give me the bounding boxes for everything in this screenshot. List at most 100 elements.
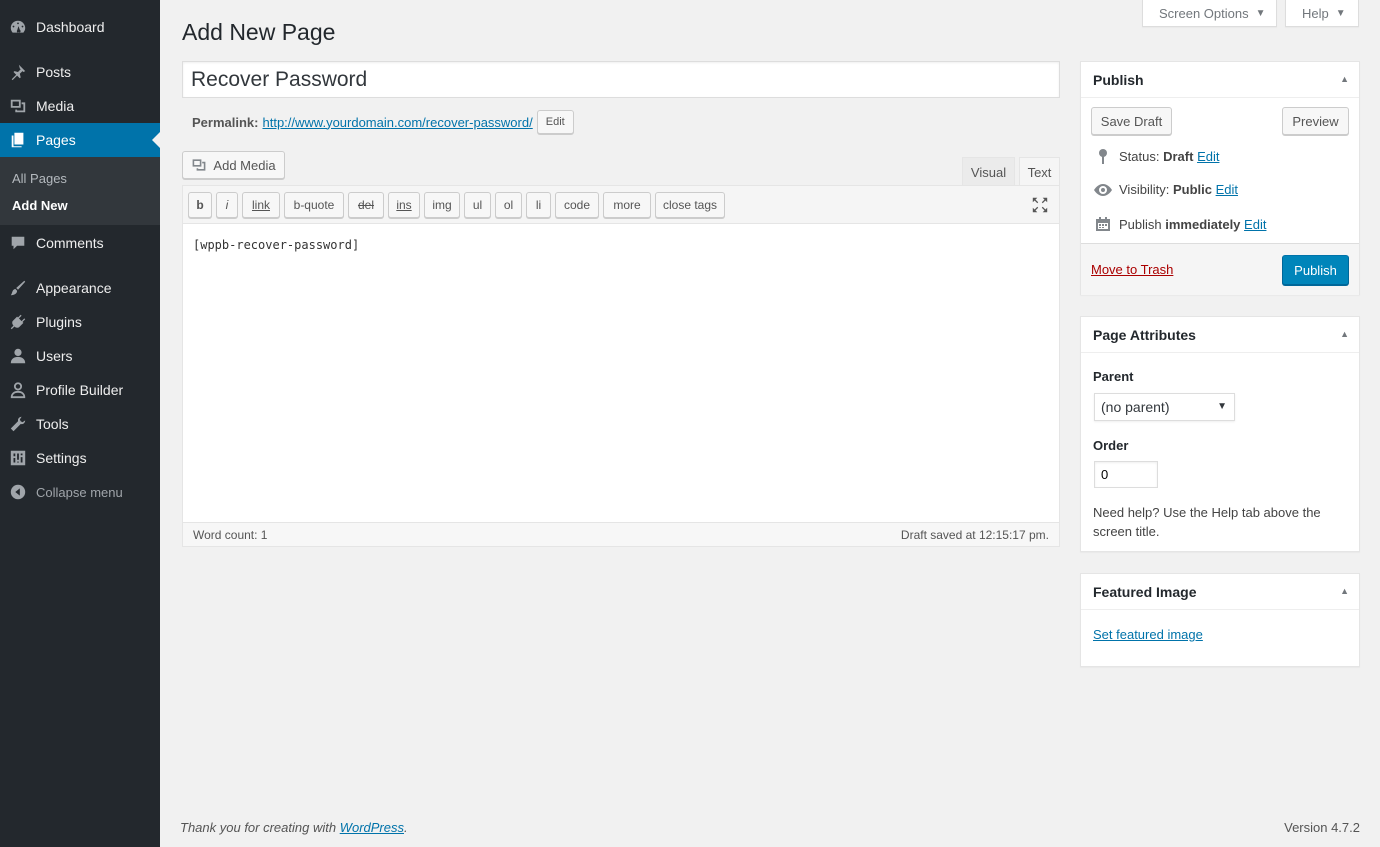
qt-more-button[interactable]: more xyxy=(603,192,651,218)
permalink-link[interactable]: http://www.yourdomain.com/recover-passwo… xyxy=(262,115,532,130)
menu-label: Comments xyxy=(36,235,104,251)
collapse-arrow-icon[interactable]: ▲ xyxy=(1340,586,1349,596)
menu-label: Users xyxy=(36,348,73,364)
status-edit-link[interactable]: Edit xyxy=(1197,149,1219,164)
comments-icon xyxy=(0,234,36,252)
permalink-trail: / xyxy=(529,114,533,130)
qt-close-tags-button[interactable]: close tags xyxy=(655,192,725,218)
publish-date-edit-link[interactable]: Edit xyxy=(1244,217,1266,232)
wordpress-link[interactable]: WordPress xyxy=(340,820,404,835)
profile-icon xyxy=(0,381,36,399)
publishing-actions: Move to Trash Publish xyxy=(1081,243,1359,295)
menu-label: Dashboard xyxy=(36,19,105,35)
publish-box-header[interactable]: Publish ▲ xyxy=(1081,62,1359,98)
page-attributes-header[interactable]: Page Attributes ▲ xyxy=(1081,317,1359,353)
move-to-trash-link[interactable]: Move to Trash xyxy=(1091,262,1173,277)
screen-options-button[interactable]: Screen Options ▼ xyxy=(1142,0,1277,27)
help-text: Need help? Use the Help tab above the sc… xyxy=(1093,505,1321,539)
footer-thanks-suffix: . xyxy=(404,820,408,835)
permalink-edit-button[interactable]: Edit xyxy=(536,110,574,134)
collapse-arrow-icon[interactable]: ▲ xyxy=(1340,74,1349,84)
qt-li-button[interactable]: li xyxy=(526,192,551,218)
wrench-icon xyxy=(0,415,36,433)
qt-bold-button[interactable]: b xyxy=(188,192,212,218)
preview-button[interactable]: Preview xyxy=(1282,107,1349,135)
save-draft-button[interactable]: Save Draft xyxy=(1091,107,1172,135)
triangle-down-icon: ▼ xyxy=(1335,7,1346,19)
plugin-icon xyxy=(0,313,36,331)
set-featured-image-link[interactable]: Set featured image xyxy=(1093,627,1203,642)
footer-thanks: Thank you for creating with WordPress. xyxy=(180,820,408,835)
page-attributes-box: Page Attributes ▲ Parent (no parent) ▼ O… xyxy=(1080,316,1360,552)
submenu-add-new[interactable]: Add New xyxy=(12,198,68,213)
menu-item-users[interactable]: Users xyxy=(0,339,160,373)
menu-item-pages[interactable]: Pages xyxy=(0,123,160,157)
qt-ol-button[interactable]: ol xyxy=(495,192,522,218)
editor-textarea[interactable]: [wppb-recover-password] xyxy=(193,238,359,252)
users-icon xyxy=(0,347,36,365)
eye-icon xyxy=(1093,183,1113,196)
menu-item-comments[interactable]: Comments xyxy=(0,226,160,260)
qt-del-button[interactable]: del xyxy=(348,192,384,218)
status-value: Draft xyxy=(1163,148,1194,164)
pages-icon xyxy=(0,131,36,149)
featured-image-box: Featured Image ▲ Set featured image xyxy=(1080,573,1360,667)
menu-label: Posts xyxy=(36,64,72,80)
visibility-edit-link[interactable]: Edit xyxy=(1216,182,1238,197)
visibility-label: Visibility: xyxy=(1119,182,1170,197)
qt-img-button[interactable]: img xyxy=(424,192,460,218)
collapse-arrow-icon[interactable]: ▲ xyxy=(1340,329,1349,339)
order-input[interactable] xyxy=(1094,461,1158,488)
status-row: Status: Draft Edit xyxy=(1093,148,1219,164)
screen-options-label: Screen Options xyxy=(1159,5,1249,21)
menu-item-settings[interactable]: Settings xyxy=(0,441,160,475)
permalink-row: Permalink: http://www.yourdomain.com/rec… xyxy=(192,110,574,134)
parent-label: Parent xyxy=(1093,369,1134,384)
pin-icon xyxy=(1093,148,1113,164)
qt-ul-button[interactable]: ul xyxy=(464,192,491,218)
menu-item-tools[interactable]: Tools xyxy=(0,407,160,441)
add-media-icon xyxy=(191,157,207,173)
status-label: Status: xyxy=(1119,148,1160,164)
menu-item-profile-builder[interactable]: Profile Builder xyxy=(0,373,160,407)
tab-visual[interactable]: Visual xyxy=(962,157,1015,186)
quicktags-toolbar: b i link b-quote del ins img ul ol li co… xyxy=(183,186,1059,224)
tab-text[interactable]: Text xyxy=(1019,157,1060,186)
fullscreen-icon[interactable] xyxy=(1031,196,1049,214)
publish-box: Publish ▲ Save Draft Preview Status: Dra… xyxy=(1080,61,1360,295)
menu-item-appearance[interactable]: Appearance xyxy=(0,271,160,305)
media-icon xyxy=(0,97,36,115)
qt-code-button[interactable]: code xyxy=(555,192,599,218)
menu-label: Appearance xyxy=(36,280,112,296)
featured-image-header[interactable]: Featured Image ▲ xyxy=(1081,574,1359,610)
order-label: Order xyxy=(1093,438,1129,453)
submenu-all-pages[interactable]: All Pages xyxy=(12,171,67,186)
menu-label: Plugins xyxy=(36,314,82,330)
qt-link-button[interactable]: link xyxy=(242,192,280,218)
select-arrow-icon: ▼ xyxy=(1217,401,1227,412)
help-button[interactable]: Help ▼ xyxy=(1285,0,1359,27)
pages-submenu: All Pages Add New xyxy=(0,157,160,225)
visibility-value: Public xyxy=(1172,182,1212,197)
permalink-base: http://www.yourdomain.com/ xyxy=(262,114,426,130)
publish-button[interactable]: Publish xyxy=(1282,255,1349,285)
qt-bquote-button[interactable]: b-quote xyxy=(284,192,344,218)
menu-item-media[interactable]: Media xyxy=(0,89,160,123)
add-media-label: Add Media xyxy=(213,157,276,173)
parent-select-value: (no parent) xyxy=(1101,399,1170,415)
dashboard-icon xyxy=(0,18,36,36)
menu-label: Settings xyxy=(36,450,87,466)
collapse-menu-button[interactable]: Collapse menu xyxy=(0,475,160,509)
help-label: Help xyxy=(1302,5,1329,21)
qt-ins-button[interactable]: ins xyxy=(388,192,420,218)
parent-select[interactable]: (no parent) ▼ xyxy=(1094,393,1235,421)
menu-item-plugins[interactable]: Plugins xyxy=(0,305,160,339)
menu-item-posts[interactable]: Posts xyxy=(0,55,160,89)
menu-item-dashboard[interactable]: Dashboard xyxy=(0,10,160,44)
add-media-button[interactable]: Add Media xyxy=(182,151,285,179)
word-count: Word count: 1 xyxy=(193,528,268,542)
qt-italic-button[interactable]: i xyxy=(216,192,238,218)
featured-image-title: Featured Image xyxy=(1093,584,1197,600)
post-title-input[interactable] xyxy=(182,61,1060,98)
page-title: Add New Page xyxy=(182,19,336,45)
